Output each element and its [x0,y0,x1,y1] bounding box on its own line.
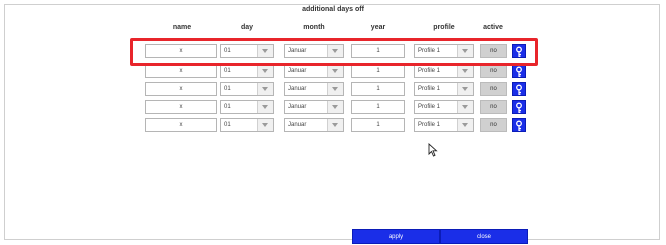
dialog-title: additional days off [302,6,364,13]
month-select[interactable]: Januar [284,118,344,132]
table-row: x 01 Januar 1 Profile 1 no [0,82,666,98]
key-icon[interactable] [512,100,526,114]
chevron-down-icon[interactable] [257,65,273,77]
month-value: Januar [288,122,307,128]
active-toggle[interactable]: no [480,82,507,96]
chevron-down-icon[interactable] [257,101,273,113]
chevron-down-icon[interactable] [257,119,273,131]
profile-select[interactable]: Profile 1 [414,64,474,78]
year-input[interactable]: 1 [351,118,405,132]
column-header-day: day [240,24,254,31]
chevron-down-icon[interactable] [457,101,473,113]
column-header-active: active [483,24,503,31]
chevron-down-icon[interactable] [327,83,343,95]
chevron-down-icon[interactable] [327,101,343,113]
month-value: Januar [288,68,307,74]
table-row: x 01 Januar 1 Profile 1 no [0,118,666,134]
chevron-down-icon[interactable] [457,83,473,95]
day-select[interactable]: 01 [220,100,274,114]
key-icon[interactable] [512,118,526,132]
row-highlight [130,38,538,66]
month-value: Januar [288,86,307,92]
profile-select[interactable]: Profile 1 [414,118,474,132]
close-button[interactable]: close [440,229,528,244]
day-select[interactable]: 01 [220,64,274,78]
year-input[interactable]: 1 [351,100,405,114]
apply-button[interactable]: apply [352,229,440,244]
active-toggle[interactable]: no [480,100,507,114]
key-icon[interactable] [512,82,526,96]
active-toggle[interactable]: no [480,118,507,132]
profile-value: Profile 1 [418,122,441,128]
column-header-name: name [172,24,192,31]
column-header-year: year [370,24,386,31]
chevron-down-icon[interactable] [327,119,343,131]
active-toggle[interactable]: no [480,64,507,78]
year-input[interactable]: 1 [351,64,405,78]
name-input[interactable]: x [145,64,217,78]
mouse-cursor-icon [428,143,438,157]
profile-value: Profile 1 [418,86,441,92]
profile-value: Profile 1 [418,68,441,74]
chevron-down-icon[interactable] [327,65,343,77]
table-row: x 01 Januar 1 Profile 1 no [0,64,666,80]
year-input[interactable]: 1 [351,82,405,96]
name-input[interactable]: x [145,118,217,132]
day-value: 01 [224,104,231,110]
name-input[interactable]: x [145,100,217,114]
chevron-down-icon[interactable] [457,65,473,77]
key-icon[interactable] [512,64,526,78]
column-header-month: month [303,24,325,31]
month-value: Januar [288,104,307,110]
day-select[interactable]: 01 [220,82,274,96]
day-value: 01 [224,68,231,74]
column-header-profile: profile [433,24,455,31]
profile-value: Profile 1 [418,104,441,110]
table-row: x 01 Januar 1 Profile 1 no [0,100,666,116]
chevron-down-icon[interactable] [457,119,473,131]
month-select[interactable]: Januar [284,64,344,78]
day-value: 01 [224,122,231,128]
chevron-down-icon[interactable] [257,83,273,95]
name-input[interactable]: x [145,82,217,96]
month-select[interactable]: Januar [284,82,344,96]
day-value: 01 [224,86,231,92]
month-select[interactable]: Januar [284,100,344,114]
profile-select[interactable]: Profile 1 [414,82,474,96]
profile-select[interactable]: Profile 1 [414,100,474,114]
day-select[interactable]: 01 [220,118,274,132]
